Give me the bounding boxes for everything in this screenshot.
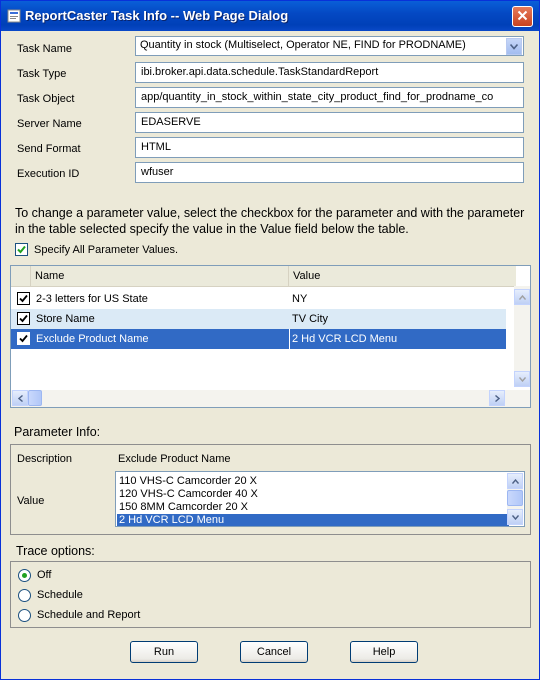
trace-off-label[interactable]: Off [37, 569, 51, 581]
table-vertical-scrollbar[interactable] [514, 286, 530, 387]
list-item[interactable]: 150 8MM Camcorder 20 X [117, 501, 509, 513]
scroll-thumb[interactable] [28, 390, 42, 406]
scroll-thumb[interactable] [507, 490, 523, 506]
arrow-left-icon[interactable] [12, 390, 28, 406]
execution-id-field[interactable]: wfuser [135, 162, 524, 183]
row-value: NY [292, 293, 308, 305]
close-icon [517, 10, 528, 24]
arrow-down-icon[interactable] [507, 509, 523, 525]
server-name-value: EDASERVE [141, 116, 201, 128]
trace-schedule-label[interactable]: Schedule [37, 589, 83, 601]
title-bar[interactable]: ReportCaster Task Info -- Web Page Dialo… [1, 1, 539, 31]
table-row-selected[interactable]: Exclude Product Name 2 Hd VCR LCD Menu [11, 329, 506, 349]
help-button[interactable]: Help [350, 641, 418, 663]
value-label: Value [17, 495, 45, 507]
table-header: Name Value [11, 266, 516, 287]
instructions-text: To change a parameter value, select the … [15, 206, 525, 236]
server-name-label: Server Name [17, 118, 82, 130]
specify-all-label: Specify All Parameter Values. [34, 244, 179, 256]
dialog-window: ReportCaster Task Info -- Web Page Dialo… [0, 0, 540, 680]
send-format-label: Send Format [17, 143, 81, 155]
row-name: 2-3 letters for US State [36, 293, 148, 305]
run-button[interactable]: Run [130, 641, 198, 663]
arrow-up-icon[interactable] [514, 289, 530, 305]
description-label: Description [17, 453, 73, 465]
server-name-field[interactable]: EDASERVE [135, 112, 524, 133]
row-value: 2 Hd VCR LCD Menu [292, 333, 398, 345]
row-checkbox[interactable] [17, 292, 30, 305]
list-item[interactable]: 110 VHS-C Camcorder 20 X [117, 475, 509, 487]
task-type-value: ibi.broker.api.data.schedule.TaskStandar… [141, 66, 379, 78]
column-header-value[interactable]: Value [289, 266, 516, 286]
reportcaster-app-icon [7, 9, 21, 23]
arrow-right-icon[interactable] [489, 390, 505, 406]
row-name: Exclude Product Name [36, 333, 149, 345]
row-name: Store Name [36, 313, 95, 325]
execution-id-label: Execution ID [17, 168, 80, 180]
cell-divider [289, 329, 290, 349]
trace-options-title: Trace options: [16, 544, 95, 558]
specify-all-checkbox[interactable] [15, 243, 28, 256]
parameter-info-title: Parameter Info: [14, 425, 101, 439]
task-object-field[interactable]: app/quantity_in_stock_within_state_city_… [135, 87, 524, 108]
header-spacer [11, 266, 31, 286]
arrow-down-icon[interactable] [514, 371, 530, 387]
description-value: Exclude Product Name [118, 453, 231, 465]
trace-off-radio[interactable] [18, 569, 31, 582]
table-horizontal-scrollbar[interactable] [11, 390, 530, 407]
task-name-value: Quantity in stock (Multiselect, Operator… [140, 39, 466, 51]
radio-dot [22, 573, 27, 578]
task-name-select[interactable]: Quantity in stock (Multiselect, Operator… [135, 36, 524, 56]
row-checkbox[interactable] [17, 312, 30, 325]
task-type-field[interactable]: ibi.broker.api.data.schedule.TaskStandar… [135, 62, 524, 83]
table-row[interactable]: Store Name TV City [11, 309, 506, 329]
arrow-up-icon[interactable] [507, 473, 523, 489]
parameter-table: Name Value 2-3 letters for US State NY S… [10, 265, 531, 408]
trace-schedule-report-label[interactable]: Schedule and Report [37, 609, 140, 621]
task-object-label: Task Object [17, 93, 75, 105]
send-format-value: HTML [141, 141, 171, 153]
row-value: TV City [292, 313, 329, 325]
table-row[interactable]: 2-3 letters for US State NY [11, 289, 506, 309]
send-format-field[interactable]: HTML [135, 137, 524, 158]
trace-schedule-report-radio[interactable] [18, 609, 31, 622]
list-item-selected[interactable]: 2 Hd VCR LCD Menu [117, 514, 509, 526]
listbox-scrollbar[interactable] [507, 473, 523, 525]
cancel-button[interactable]: Cancel [240, 641, 308, 663]
list-item[interactable]: 120 VHS-C Camcorder 40 X [117, 488, 509, 500]
trace-schedule-radio[interactable] [18, 589, 31, 602]
window-title: ReportCaster Task Info -- Web Page Dialo… [25, 8, 289, 23]
task-type-label: Task Type [17, 68, 67, 80]
row-checkbox[interactable] [17, 332, 30, 345]
task-name-label: Task Name [17, 43, 73, 55]
value-listbox[interactable]: 110 VHS-C Camcorder 20 X 120 VHS-C Camco… [115, 471, 525, 527]
chevron-down-icon[interactable] [506, 38, 522, 55]
execution-id-value: wfuser [141, 166, 174, 178]
close-button[interactable] [512, 6, 533, 27]
column-header-name[interactable]: Name [31, 266, 289, 286]
task-object-value: app/quantity_in_stock_within_state_city_… [141, 91, 494, 103]
